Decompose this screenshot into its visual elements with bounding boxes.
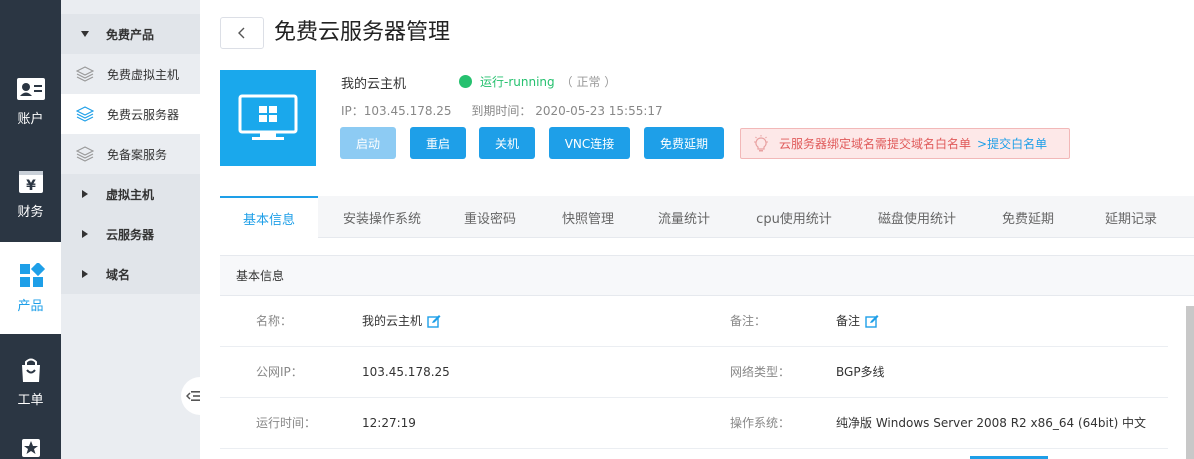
main-content: 免费云服务器管理 我的云主机 运行-running （ 正常 ） IP：103.… [200,0,1194,459]
subnav-cloud-label: 云服务器 [106,227,155,242]
subnav-free-icp[interactable]: 免备案服务 [61,134,200,174]
uptime-label: 运行时间： [256,416,317,430]
tab-cpu[interactable]: cpu使用统计 [726,196,862,238]
name-value-wrap: 我的云主机 [362,296,441,346]
caret-down-icon [81,31,89,37]
start-button[interactable]: 启动 [340,127,396,159]
info-row: 公网IP： 103.45.178.25 网络类型： BGP多线 [220,347,1168,398]
nav-finance-label: 财务 [17,204,44,220]
product-subnav: 免费产品 免费虚拟主机 免费云服务器 免备案服务 虚拟主机 云服务器 域名 [61,0,200,459]
name-label: 名称： [256,314,293,328]
name-value: 我的云主机 [362,314,423,328]
app-root: 账户 ¥ 财务 产品 工单 免费产品 免费虚拟主机 免费云服务器 免备案服务 虚… [0,0,1194,459]
server-expire: 到期时间： 2020-05-23 15:55:17 [471,104,663,118]
whitelist-notice: 云服务器绑定域名需提交域名白名单 >提交白名单 [740,128,1070,159]
bag-icon [21,358,40,382]
remark-value: 备注 [836,314,861,328]
subnav-cloud-group[interactable]: 云服务器 [61,214,200,254]
info-row: 名称： 我的云主机 备注： 备注 [220,296,1168,347]
subnav-free-cloud-label: 免费云服务器 [107,107,180,122]
server-tile [220,70,316,166]
nav-products[interactable]: 产品 [0,242,61,334]
yen-box-icon: ¥ [18,170,43,194]
subnav-free-vhost[interactable]: 免费虚拟主机 [61,54,200,94]
lightbulb-icon [754,134,768,151]
subnav-free-vhost-label: 免费虚拟主机 [107,67,180,82]
nav-tickets-label: 工单 [17,392,44,408]
edit-icon[interactable] [427,314,441,328]
tab-snapshots[interactable]: 快照管理 [534,196,642,238]
monitor-windows-icon [238,94,298,140]
subnav-free-cloud[interactable]: 免费云服务器 [61,94,200,134]
vnc-button[interactable]: VNC连接 [549,127,630,159]
extend-button[interactable]: 免费延期 [644,127,724,159]
nav-favorites[interactable] [0,430,61,459]
subnav-domain-group[interactable]: 域名 [61,254,200,294]
submit-whitelist-link[interactable]: >提交白名单 [977,135,1047,152]
status-dot-icon [459,75,472,88]
subnav-free-group-label: 免费产品 [106,27,155,42]
nav-account-label: 账户 [17,111,44,127]
subnav-free-icp-label: 免备案服务 [107,147,168,162]
notice-text: 云服务器绑定域名需提交域名白名单 [779,137,972,151]
subnav-vhost-group[interactable]: 虚拟主机 [61,174,200,214]
server-status: 运行-running （ 正常 ） [459,73,616,90]
tab-traffic[interactable]: 流量统计 [642,196,726,238]
network-type-value: BGP多线 [836,365,885,379]
info-row: 运行时间： 12:27:19 操作系统： 纯净版 Windows Server … [220,398,1168,449]
layers-icon [76,66,94,82]
grid-squares-icon [19,262,45,287]
server-meta: IP：103.45.178.25 到期时间： 2020-05-23 15:55:… [341,102,679,119]
info-panel-title: 基本信息 [220,255,1194,296]
os-label: 操作系统： [730,416,791,430]
public-ip-label: 公网IP： [256,365,303,379]
caret-right-icon [82,190,88,198]
nav-tickets[interactable]: 工单 [0,336,61,428]
remark-label: 备注： [730,314,767,328]
subnav-domain-label: 域名 [106,267,131,282]
back-button[interactable] [220,17,264,49]
page-title: 免费云服务器管理 [274,20,451,45]
layers-icon [76,146,94,162]
chevron-left-icon [238,27,245,39]
collapse-menu-icon [186,391,200,401]
restart-button[interactable]: 重启 [410,127,466,159]
tab-basic-info[interactable]: 基本信息 [220,196,318,238]
subnav-vhost-label: 虚拟主机 [106,187,155,202]
public-ip-value: 103.45.178.25 [362,365,450,379]
caret-right-icon [82,230,88,238]
tab-disk[interactable]: 磁盘使用统计 [862,196,972,238]
server-ip: IP：103.45.178.25 [341,104,452,118]
main-nav: 账户 ¥ 财务 产品 工单 [0,0,61,459]
scrollbar[interactable] [1186,306,1194,459]
nav-account[interactable]: 账户 [0,55,61,147]
yen-glyph: ¥ [26,178,36,194]
nav-finance[interactable]: ¥ 财务 [0,148,61,240]
shutdown-button[interactable]: 关机 [479,127,535,159]
layers-icon [76,106,94,122]
caret-right-icon [82,270,88,278]
subnav-free-group[interactable]: 免费产品 [61,14,200,54]
status-note: （ 正常 ） [560,75,617,89]
tab-bar: 基本信息 安装操作系统 重设密码 快照管理 流量统计 cpu使用统计 磁盘使用统… [220,196,1194,238]
os-value: 纯净版 Windows Server 2008 R2 x86_64 (64bit… [836,416,1147,430]
status-text: 运行-running [480,75,555,89]
edit-icon[interactable] [865,314,879,328]
tab-extend-records[interactable]: 延期记录 [1084,196,1178,238]
uptime-value: 12:27:19 [362,416,416,430]
tab-reset-password[interactable]: 重设密码 [446,196,534,238]
network-type-label: 网络类型： [730,365,791,379]
remark-value-wrap: 备注 [836,296,879,346]
server-name: 我的云主机 [341,77,407,92]
nav-products-label: 产品 [17,298,44,314]
tab-free-extend[interactable]: 免费延期 [972,196,1084,238]
id-card-icon [16,77,45,100]
star-icon [21,439,40,457]
tab-install-os[interactable]: 安装操作系统 [318,196,446,238]
